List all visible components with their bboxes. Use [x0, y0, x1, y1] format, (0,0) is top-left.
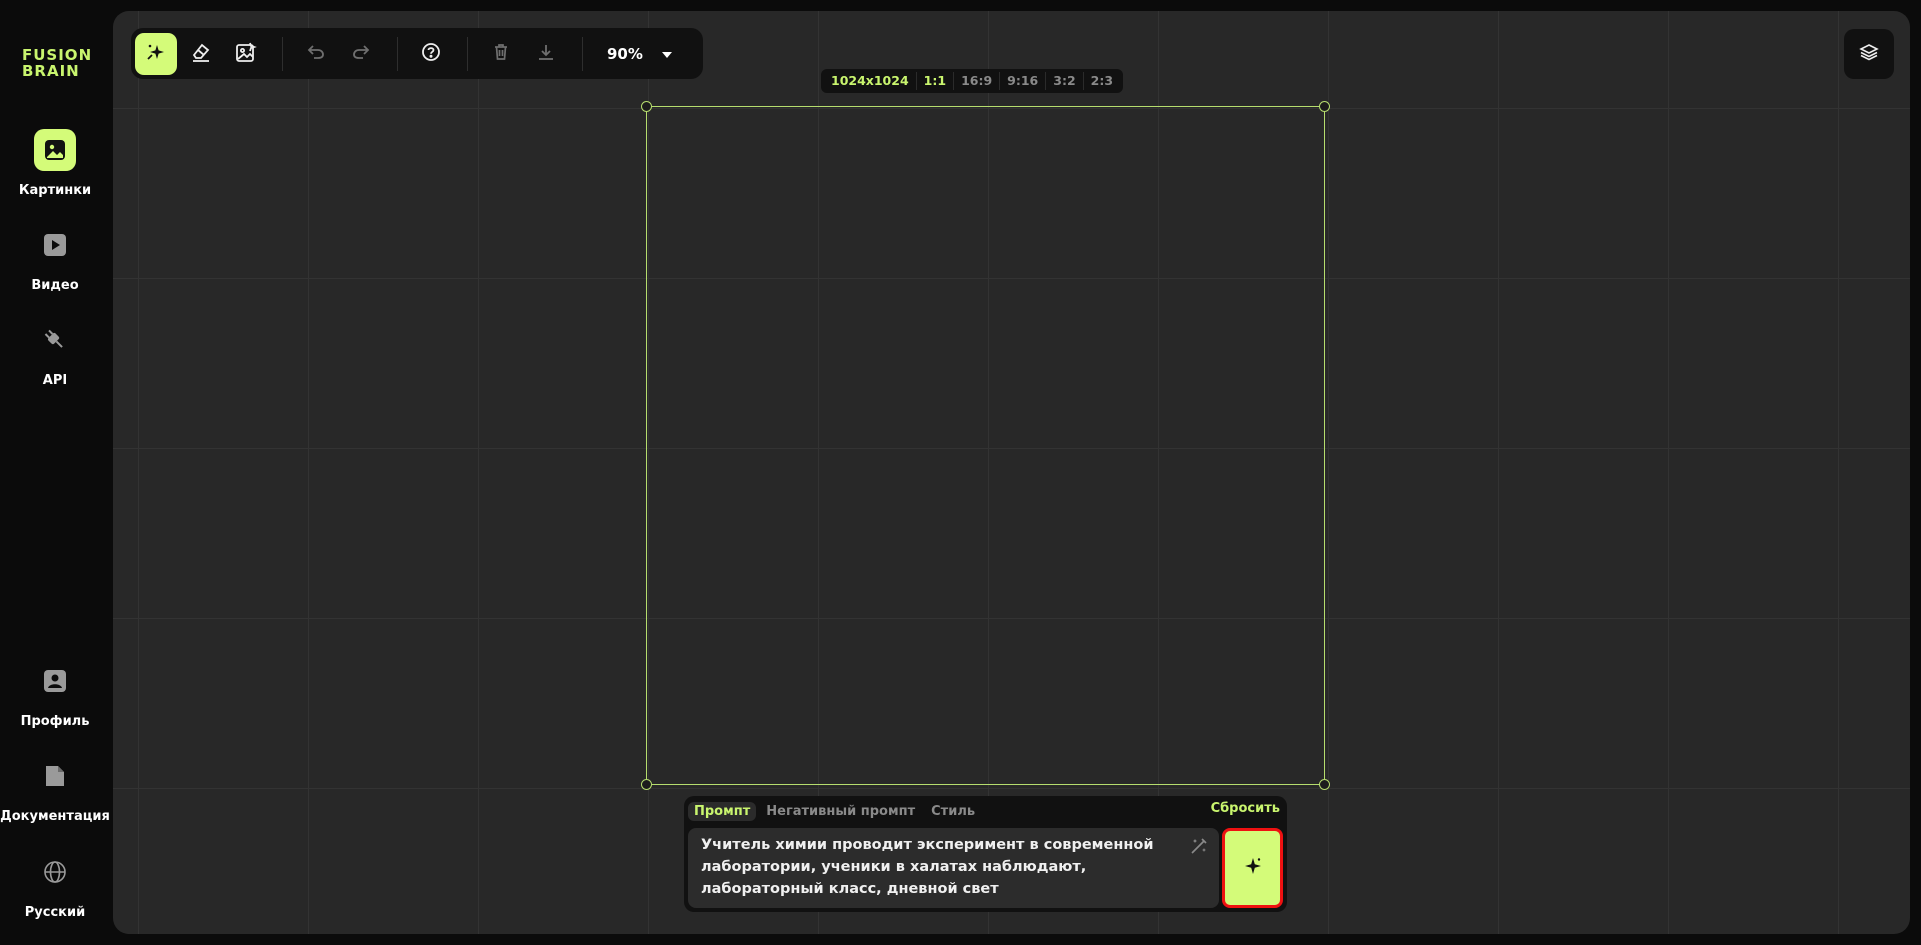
- eraser-tool-button[interactable]: [180, 33, 222, 75]
- redo-icon: [351, 42, 371, 66]
- toolbar-divider: [397, 36, 398, 71]
- zoom-select[interactable]: 90%: [607, 45, 673, 63]
- resize-handle-bottom-right[interactable]: [1319, 779, 1330, 790]
- document-icon: [34, 755, 76, 797]
- sidebar-item-label: Картинки: [18, 183, 92, 198]
- ratio-option-16-9[interactable]: 16:9: [954, 72, 1001, 90]
- magic-wand-icon[interactable]: [1189, 836, 1209, 863]
- prompt-tabs: Промпт Негативный промпт Стиль: [688, 800, 981, 822]
- tab-style[interactable]: Стиль: [925, 802, 981, 821]
- sidebar-item-label: Русский: [24, 905, 86, 920]
- ratio-option-1-1[interactable]: 1:1: [917, 72, 955, 90]
- help-button[interactable]: [410, 33, 452, 75]
- generate-tool-button[interactable]: [135, 32, 177, 75]
- sparkle-icon: [1243, 856, 1263, 880]
- resize-handle-top-left[interactable]: [641, 101, 652, 112]
- ratio-option-2-3[interactable]: 2:3: [1084, 72, 1120, 90]
- image-edit-tool-button[interactable]: [225, 33, 267, 75]
- prompt-input[interactable]: Учитель химии проводит эксперимент в сов…: [688, 828, 1219, 908]
- chevron-down-icon: [661, 45, 673, 63]
- image-icon: [34, 129, 76, 171]
- delete-button[interactable]: [480, 33, 522, 75]
- sidebar: FUSION BRAIN Картинки Видео API Профиль …: [0, 0, 110, 945]
- globe-icon: [34, 851, 76, 893]
- layers-icon: [1859, 42, 1879, 66]
- sidebar-item-profile[interactable]: Профиль: [0, 660, 110, 729]
- sidebar-item-label: Профиль: [20, 714, 90, 729]
- sidebar-item-language[interactable]: Русский: [0, 851, 110, 920]
- download-button[interactable]: [525, 33, 567, 75]
- tab-prompt[interactable]: Промпт: [688, 801, 757, 821]
- logo-line-2: BRAIN: [22, 62, 80, 80]
- sidebar-item-label: Видео: [31, 278, 79, 293]
- toolbar-divider: [582, 36, 583, 71]
- toolbar-divider: [467, 36, 468, 71]
- layers-button[interactable]: [1844, 29, 1894, 79]
- undo-icon: [306, 42, 326, 66]
- sidebar-item-label: API: [42, 373, 68, 388]
- help-icon: [421, 42, 441, 66]
- generation-frame[interactable]: [641, 101, 1330, 790]
- plug-icon: [34, 319, 76, 361]
- generate-sparkle-icon: [146, 42, 166, 66]
- aspect-ratio-bar: 1024x1024 1:1 16:9 9:16 3:2 2:3: [821, 69, 1124, 93]
- generate-button[interactable]: [1222, 828, 1283, 908]
- eraser-icon: [190, 41, 212, 67]
- logo[interactable]: FUSION BRAIN: [22, 47, 92, 79]
- toolbar-divider: [282, 36, 283, 71]
- reset-button[interactable]: Сбросить: [1211, 801, 1280, 816]
- sidebar-item-video[interactable]: Видео: [0, 224, 110, 293]
- logo-line-1: FUSION: [22, 46, 93, 64]
- trash-icon: [491, 42, 511, 66]
- resize-handle-bottom-left[interactable]: [641, 779, 652, 790]
- image-size-label: 1024x1024: [824, 72, 917, 90]
- profile-icon: [34, 660, 76, 702]
- prompt-text: Учитель химии проводит эксперимент в сов…: [701, 837, 1154, 897]
- ratio-option-9-16[interactable]: 9:16: [1000, 72, 1047, 90]
- zoom-value: 90%: [607, 44, 643, 63]
- tab-negative-prompt[interactable]: Негативный промпт: [760, 802, 921, 821]
- redo-button[interactable]: [340, 33, 382, 75]
- resize-handle-top-right[interactable]: [1319, 101, 1330, 112]
- download-icon: [536, 42, 556, 66]
- ratio-option-3-2[interactable]: 3:2: [1046, 72, 1084, 90]
- sidebar-item-label: Документация: [0, 809, 110, 824]
- undo-button[interactable]: [295, 33, 337, 75]
- toolbar: 90%: [131, 28, 703, 79]
- prompt-panel: Промпт Негативный промпт Стиль Сбросить …: [684, 796, 1287, 912]
- video-play-icon: [34, 224, 76, 266]
- sidebar-item-docs[interactable]: Документация: [0, 755, 110, 824]
- image-edit-icon: [235, 41, 257, 67]
- sidebar-item-images[interactable]: Картинки: [0, 129, 110, 198]
- sidebar-item-api[interactable]: API: [0, 319, 110, 388]
